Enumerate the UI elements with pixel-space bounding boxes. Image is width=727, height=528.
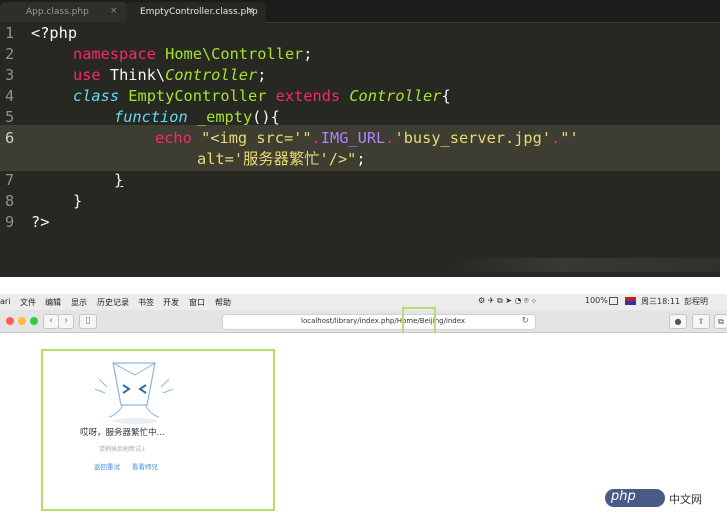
namespace-name: Home\Controller — [165, 45, 304, 63]
tabs-icon[interactable]: ⧉ — [714, 314, 727, 329]
line-number: 9 — [5, 213, 15, 231]
menu-history[interactable]: 历史记录 — [97, 297, 129, 308]
line-number: 3 — [5, 66, 15, 84]
class-ref: Controller — [165, 66, 258, 84]
function-name: _empty — [196, 108, 253, 126]
browser-toolbar: ‹ › ▯ localhost/library/index.php/Home/B… — [0, 310, 727, 333]
keyword: echo — [155, 129, 192, 147]
menu-edit[interactable]: 编辑 — [45, 297, 61, 308]
close-icon[interactable]: × — [247, 6, 255, 16]
line-number: 8 — [5, 192, 15, 210]
menu-app-safari[interactable]: ari — [0, 297, 10, 306]
sidebar-toggle-icon[interactable]: ▯ — [79, 314, 97, 329]
punct: ; — [356, 150, 366, 168]
code-line: 5 function _empty(){ — [0, 107, 720, 128]
error-message: 哎呀，服务器繁忙中... — [80, 428, 165, 438]
flag-icon — [625, 297, 636, 305]
closing-brace: } — [73, 192, 83, 210]
user-name[interactable]: 彭程明 — [684, 296, 708, 307]
code-line: 6 echo "<img src='".IMG_URL.'busy_server… — [0, 128, 720, 149]
string: 'busy_server.jpg' — [394, 129, 552, 147]
keyword: class — [73, 87, 120, 105]
code-line: 1 <?php — [0, 23, 720, 44]
php-logo: php — [605, 489, 665, 507]
watermark-text: 中文网 — [669, 493, 702, 506]
keyword: namespace — [73, 45, 156, 63]
menu-file[interactable]: 文件 — [20, 297, 36, 308]
line-number: 1 — [5, 24, 15, 42]
close-window-icon[interactable] — [6, 317, 14, 325]
address-bar[interactable]: localhost/library/index.php/Home/Beijing… — [222, 314, 536, 330]
namespace-part: Think\ — [109, 66, 166, 84]
code-line: 7 } — [0, 170, 720, 191]
menu-bookmarks[interactable]: 书签 — [138, 297, 154, 308]
line-number: 7 — [5, 171, 15, 189]
download-icon[interactable]: ● — [669, 314, 687, 329]
concat-operator: . — [551, 129, 561, 147]
code-editor: App.class.php × EmptyController.class.ph… — [0, 0, 720, 277]
string: alt='服务器繁忙'/>" — [197, 150, 357, 168]
punct: ; — [303, 45, 313, 63]
concat-operator: . — [311, 129, 321, 147]
error-sub-message: 请稍候后刷新试↓ — [99, 446, 147, 453]
code-line: 2 namespace Home\Controller; — [0, 44, 720, 65]
line-number: 2 — [5, 45, 15, 63]
minimize-window-icon[interactable] — [18, 317, 26, 325]
code-line-wrapped: alt='服务器繁忙'/>"; — [0, 149, 720, 170]
tab-empty-controller[interactable]: EmptyController.class.php × — [126, 2, 266, 22]
other-link[interactable]: 看看师兄 — [132, 461, 158, 471]
scroll-shadow — [450, 258, 720, 272]
battery-icon — [609, 297, 618, 305]
code-line: 4 class EmptyController extends Controll… — [0, 86, 720, 107]
code-line: 3 use Think\Controller; — [0, 65, 720, 86]
battery-level: 100% — [585, 296, 608, 305]
menu-view[interactable]: 显示 — [71, 297, 87, 308]
code-area[interactable]: 1 <?php 2 namespace Home\Controller; 3 u… — [0, 22, 720, 277]
keyword: extends — [275, 87, 341, 105]
line-number: 4 — [5, 87, 15, 105]
tab-label: App.class.php — [26, 7, 89, 17]
string: "' — [560, 129, 579, 147]
closing-brace: } — [114, 171, 124, 189]
back-button[interactable]: ‹ — [43, 314, 59, 329]
constant: IMG_URL — [320, 129, 386, 147]
keyword: function — [114, 108, 188, 126]
tab-label: EmptyController.class.php — [140, 7, 258, 17]
punct: { — [441, 87, 451, 105]
line-number: 6 — [5, 129, 15, 147]
php-close-tag: ?> — [31, 213, 50, 231]
url-text: localhost/library/index.php/Home/Beijing… — [301, 317, 466, 325]
tab-app-class[interactable]: App.class.php × — [0, 2, 128, 22]
keyword: use — [73, 66, 101, 84]
close-icon[interactable]: × — [110, 6, 118, 16]
menu-window[interactable]: 窗口 — [189, 297, 205, 308]
line-number: 5 — [5, 108, 15, 126]
clock: 周三18:11 — [641, 297, 681, 306]
string: "<img src='" — [201, 129, 312, 147]
parent-class: Controller — [349, 87, 442, 105]
punct: ; — [257, 66, 267, 84]
reload-icon[interactable]: ↻ — [521, 316, 529, 326]
code-line: 9 ?> — [0, 212, 720, 233]
punct: (){ — [252, 108, 280, 126]
share-icon[interactable]: ⇪ — [692, 314, 710, 329]
zoom-window-icon[interactable] — [30, 317, 38, 325]
forward-button[interactable]: › — [58, 314, 74, 329]
retry-link[interactable]: 返回重试 — [94, 461, 120, 471]
menu-develop[interactable]: 开发 — [163, 297, 179, 308]
editor-tab-bar: App.class.php × EmptyController.class.ph… — [0, 0, 720, 22]
code-line: 8 } — [0, 191, 720, 212]
php-open-tag: <?php — [31, 24, 78, 42]
busy-server-illustration — [94, 362, 174, 424]
status-icons: ⚙ ✈ ⧉ ➤ ◔ ⌾ ⌔ — [478, 296, 537, 305]
mac-menu-bar: ari 文件 编辑 显示 历史记录 书签 开发 窗口 帮助 ⚙ ✈ ⧉ ➤ ◔ … — [0, 294, 727, 310]
menu-help[interactable]: 帮助 — [215, 297, 231, 308]
logo-text: php — [611, 489, 636, 504]
class-name: EmptyController — [128, 87, 267, 105]
